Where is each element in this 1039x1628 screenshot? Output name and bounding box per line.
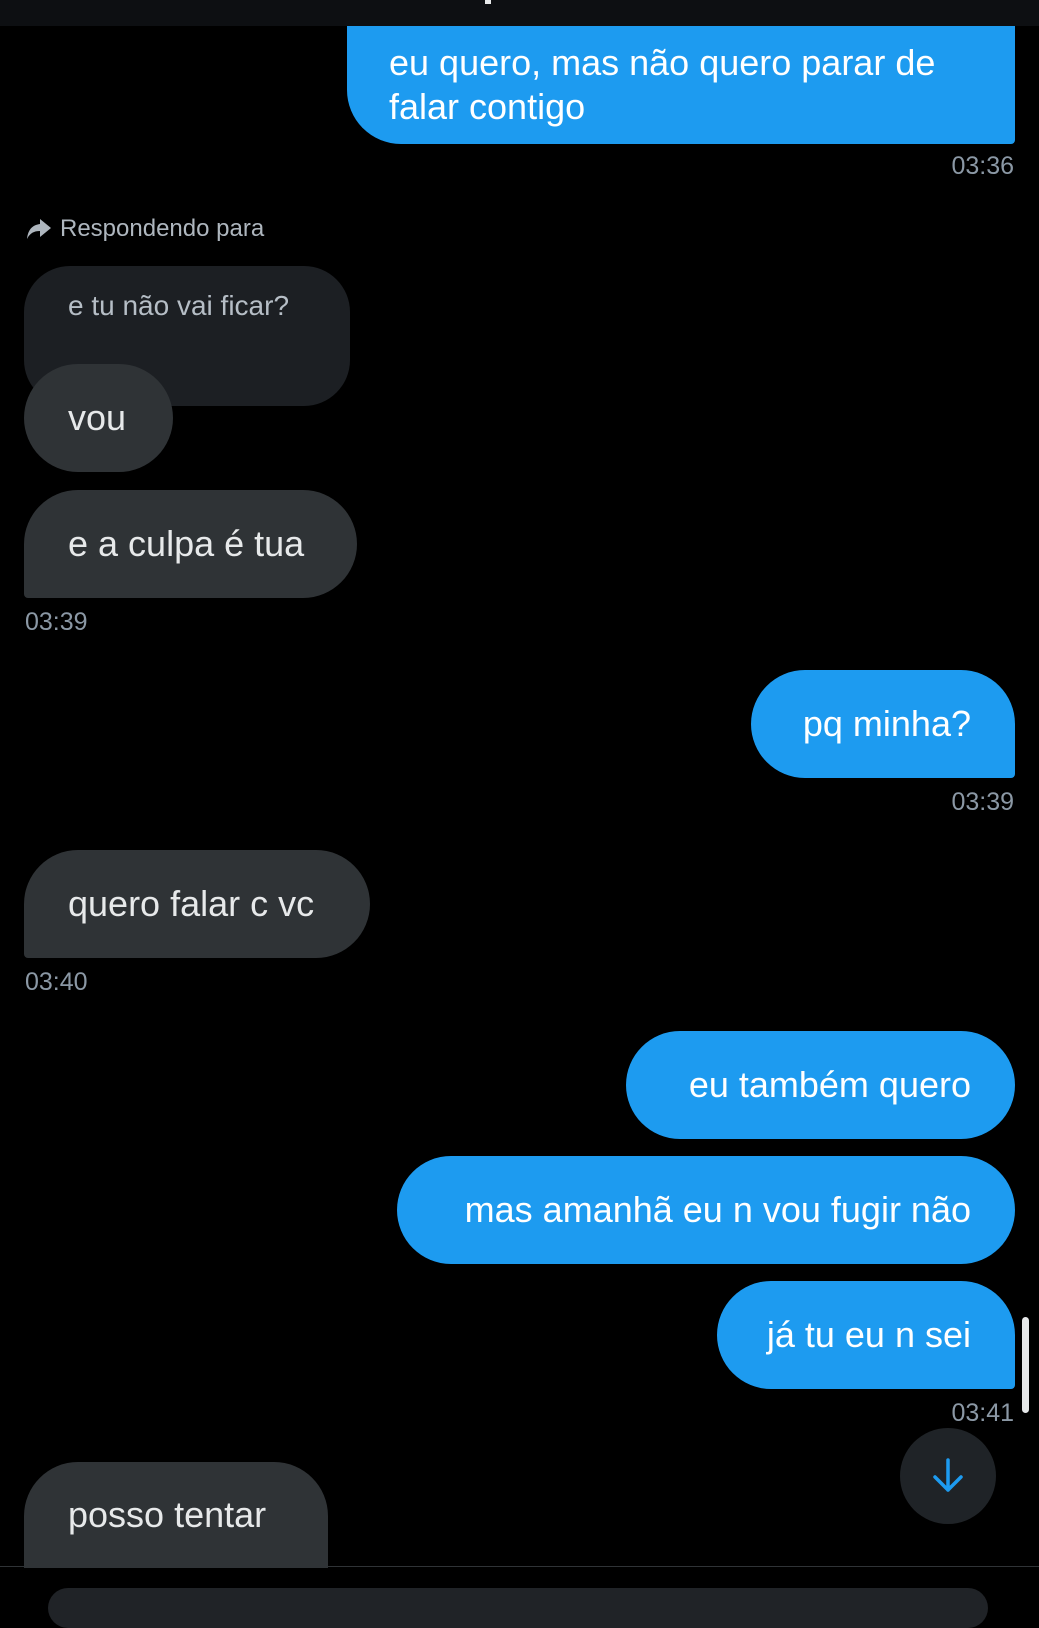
message-timestamp: 03:41 (951, 1399, 1014, 1427)
message-text-line: eu quero, mas não quero parar de (389, 42, 936, 83)
message-timestamp: 03:39 (951, 788, 1014, 816)
sent-message-bubble[interactable]: eu quero, mas não quero parar de falar c… (347, 26, 1015, 144)
scrollbar-thumb[interactable] (1022, 1317, 1029, 1413)
sent-message-bubble[interactable]: eu também quero (626, 1031, 1015, 1139)
message-text: mas amanhã eu n vou fugir não (464, 1189, 971, 1230)
received-message-bubble[interactable]: vou (24, 364, 173, 472)
reply-context-label: Respondendo para (26, 214, 264, 244)
message-text: eu também quero (688, 1064, 971, 1105)
message-text: vou (68, 397, 127, 438)
received-message-bubble[interactable]: posso tentar (24, 1462, 328, 1568)
sent-message-bubble[interactable]: mas amanhã eu n vou fugir não (397, 1156, 1015, 1264)
reply-arrow-icon (27, 219, 51, 239)
message-text: e a culpa é tua (68, 523, 305, 564)
message-text: pq minha? (802, 703, 971, 744)
message-timestamp: 03:39 (25, 608, 88, 636)
top-bar (0, 0, 1039, 26)
message-text-line: falar contigo (389, 86, 586, 127)
sent-message-bubble[interactable]: já tu eu n sei (717, 1281, 1015, 1389)
reply-context-text: Respondendo para (60, 215, 265, 242)
status-indicator (485, 0, 491, 4)
message-text: posso tentar (68, 1494, 267, 1535)
received-message-bubble[interactable]: quero falar c vc (24, 850, 370, 958)
message-timestamp: 03:40 (25, 968, 88, 996)
scroll-to-bottom-button[interactable] (900, 1428, 996, 1524)
sent-message-bubble[interactable]: pq minha? (751, 670, 1015, 778)
composer-divider (0, 1566, 1039, 1567)
message-composer[interactable] (48, 1588, 988, 1628)
message-timestamp: 03:36 (951, 152, 1014, 180)
quoted-message-text: e tu não vai ficar? (68, 290, 290, 321)
message-text: quero falar c vc (68, 883, 315, 924)
received-message-bubble[interactable]: e a culpa é tua (24, 490, 357, 598)
arrow-down-icon (933, 1458, 963, 1492)
message-text: já tu eu n sei (766, 1314, 971, 1355)
